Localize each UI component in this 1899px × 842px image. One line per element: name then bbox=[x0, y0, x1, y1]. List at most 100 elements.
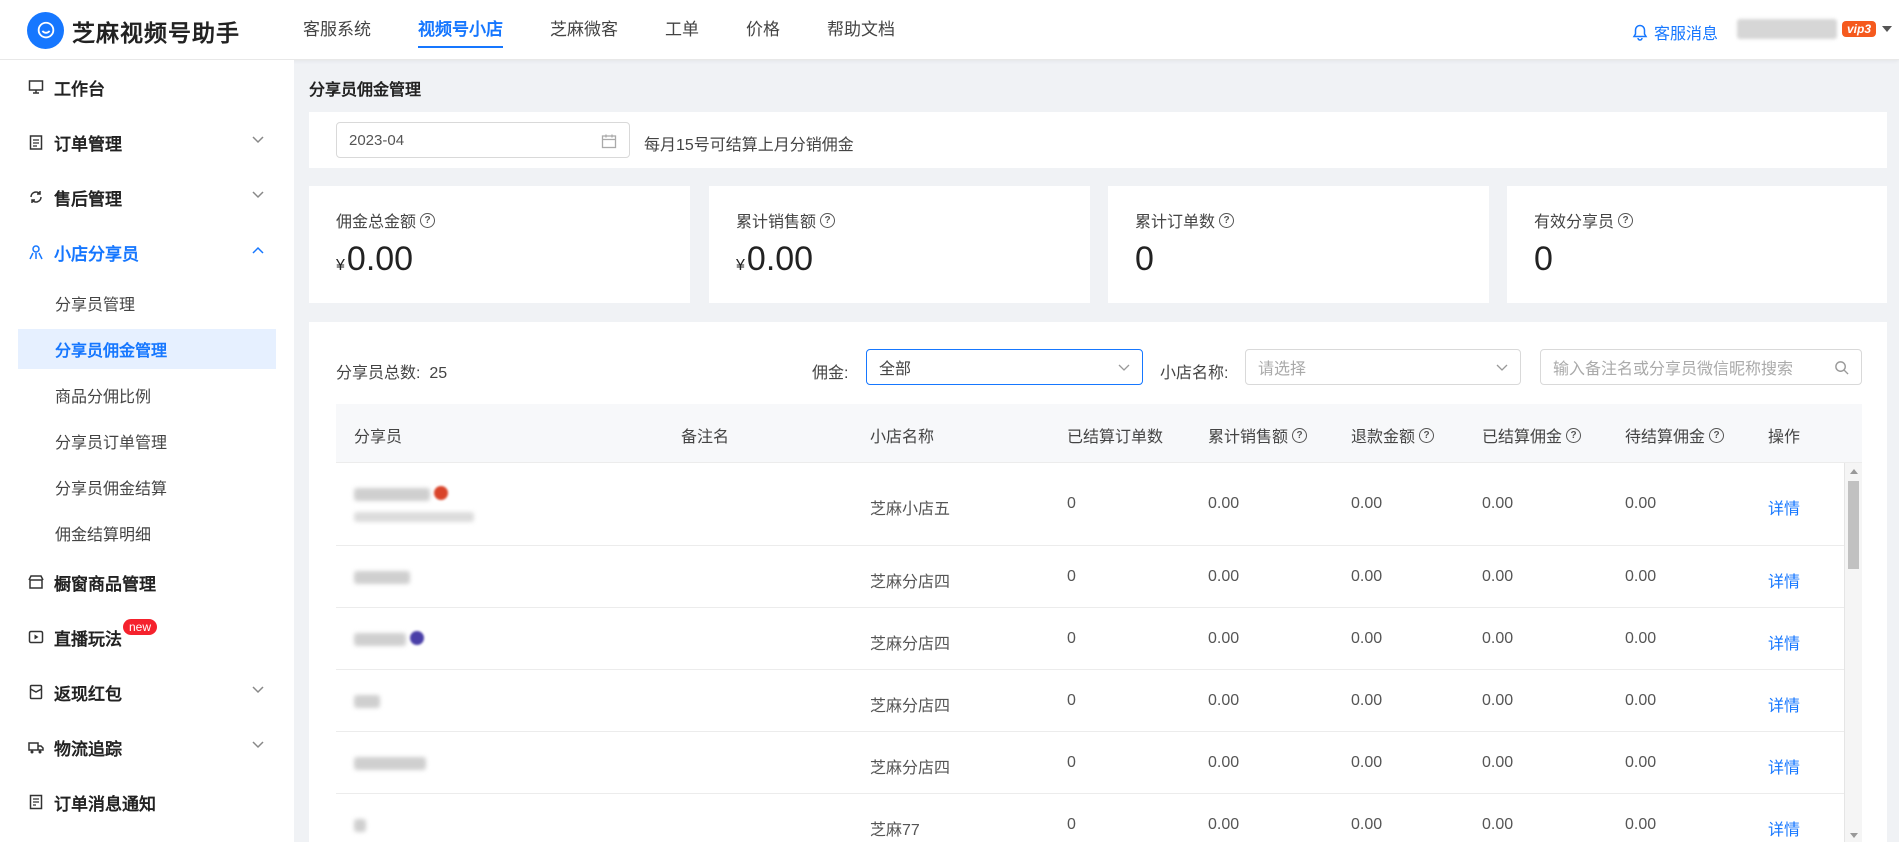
nav-pricing[interactable]: 价格 bbox=[746, 0, 780, 60]
table-row: 芝麻分店四 0 0.00 0.00 0.00 0.00 详情 bbox=[336, 732, 1844, 794]
sidebar-item-window-products[interactable]: 橱窗商品管理 bbox=[0, 562, 294, 602]
stat-value-number: 0.00 bbox=[346, 240, 414, 278]
cell-refund: 0.00 bbox=[1351, 692, 1383, 709]
cell-settled-commission: 0.00 bbox=[1482, 568, 1514, 585]
cell-shop: 芝麻分店四 bbox=[870, 760, 951, 777]
detail-link[interactable]: 详情 bbox=[1768, 568, 1800, 592]
table-scrollbar[interactable] bbox=[1844, 463, 1862, 842]
col-header-settled-commission-text: 已结算佣金 bbox=[1482, 429, 1563, 446]
cell-sales: 0.00 bbox=[1208, 692, 1240, 709]
col-header-pending-commission: 待结算佣金? bbox=[1625, 423, 1725, 447]
scroll-down-arrow[interactable] bbox=[1850, 833, 1858, 838]
service-message-link[interactable]: 客服消息 bbox=[1632, 20, 1718, 44]
sharer-name-redacted bbox=[354, 819, 366, 832]
nav-help-docs[interactable]: 帮助文档 bbox=[827, 0, 895, 60]
cell-pending-commission: 0.00 bbox=[1625, 692, 1657, 709]
search-icon[interactable] bbox=[1834, 360, 1849, 375]
cell-sales: 0.00 bbox=[1208, 630, 1240, 647]
sharer-icon bbox=[28, 244, 44, 260]
sidebar-sub-sharer-commission[interactable]: 分享员佣金管理 bbox=[18, 329, 276, 369]
sidebar-sub-settlement-details[interactable]: 佣金结算明细 bbox=[18, 513, 276, 553]
help-icon[interactable]: ? bbox=[820, 212, 836, 228]
detail-link[interactable]: 详情 bbox=[1768, 754, 1800, 778]
detail-link[interactable]: 详情 bbox=[1768, 495, 1800, 519]
sidebar-item-label: 小店分享员 bbox=[54, 244, 139, 264]
help-icon[interactable]: ? bbox=[1709, 427, 1725, 443]
table-row: 芝麻分店四 0 0.00 0.00 0.00 0.00 详情 bbox=[336, 608, 1844, 670]
table-header: 分享员 备注名 小店名称 已结算订单数 累计销售额? 退款金额? 已结算佣金? … bbox=[336, 404, 1862, 463]
sharer-total-label: 分享员总数: bbox=[336, 365, 421, 382]
stat-label-text: 累计销售额 bbox=[736, 214, 817, 231]
sidebar-sub-product-commission-ratio[interactable]: 商品分佣比例 bbox=[18, 375, 276, 415]
cell-settled-commission: 0.00 bbox=[1482, 754, 1514, 771]
detail-link[interactable]: 详情 bbox=[1768, 692, 1800, 716]
help-icon[interactable]: ? bbox=[1419, 427, 1435, 443]
commission-select[interactable]: 全部 bbox=[866, 349, 1143, 385]
stat-label-text: 累计订单数 bbox=[1135, 214, 1216, 231]
sharer-id-redacted bbox=[354, 512, 474, 522]
sidebar-item-cashback[interactable]: 返现红包 bbox=[0, 672, 294, 712]
sidebar-item-live[interactable]: 直播玩法 new bbox=[0, 617, 294, 657]
nav-customer-service[interactable]: 客服系统 bbox=[303, 0, 371, 60]
cell-refund: 0.00 bbox=[1351, 630, 1383, 647]
chevron-down-icon bbox=[1882, 26, 1893, 32]
app-logo[interactable]: 芝麻视频号助手 bbox=[27, 12, 240, 49]
chevron-down-icon bbox=[252, 191, 264, 199]
sidebar-item-label: 订单管理 bbox=[54, 134, 122, 154]
cell-settled-orders: 0 bbox=[1067, 754, 1076, 771]
stat-value-number: 0.00 bbox=[746, 240, 814, 278]
user-menu[interactable]: vip3 bbox=[1737, 19, 1893, 39]
nav-video-shop[interactable]: 视频号小店 bbox=[418, 0, 503, 60]
shop-filter-label: 小店名称: bbox=[1160, 365, 1229, 382]
help-icon[interactable]: ? bbox=[420, 212, 436, 228]
scroll-thumb[interactable] bbox=[1848, 481, 1859, 569]
table-row: 芝麻77 0 0.00 0.00 0.00 0.00 详情 bbox=[336, 794, 1844, 842]
detail-link[interactable]: 详情 bbox=[1768, 630, 1800, 654]
nav-zhima-weike[interactable]: 芝麻微客 bbox=[550, 0, 618, 60]
sidebar-sub-sharer-manage[interactable]: 分享员管理 bbox=[18, 283, 276, 323]
table-row: 芝麻小店五 0 0.00 0.00 0.00 0.00 详情 bbox=[336, 463, 1844, 546]
stat-card-active-sharers: 有效分享员? 0 bbox=[1507, 186, 1887, 303]
live-icon bbox=[28, 629, 44, 645]
col-header-remark: 备注名 bbox=[681, 429, 730, 446]
stat-card-total-orders: 累计订单数? 0 bbox=[1108, 186, 1489, 303]
cell-sales: 0.00 bbox=[1208, 495, 1240, 512]
sidebar-item-order-notify[interactable]: 订单消息通知 bbox=[0, 782, 294, 822]
sidebar-item-workbench[interactable]: 工作台 bbox=[0, 67, 294, 107]
shop-select[interactable]: 请选择 bbox=[1245, 349, 1521, 385]
help-icon[interactable]: ? bbox=[1566, 427, 1582, 443]
scroll-up-arrow[interactable] bbox=[1850, 469, 1858, 474]
search-placeholder: 输入备注名或分享员微信昵称搜索 bbox=[1553, 361, 1794, 378]
cell-settled-orders: 0 bbox=[1067, 816, 1076, 833]
col-header-settled-orders: 已结算订单数 bbox=[1067, 429, 1164, 446]
nav-tickets[interactable]: 工单 bbox=[665, 0, 699, 60]
chevron-down-icon bbox=[252, 741, 264, 749]
help-icon[interactable]: ? bbox=[1219, 212, 1235, 228]
sidebar-item-orders[interactable]: 订单管理 bbox=[0, 122, 294, 162]
cell-settled-commission: 0.00 bbox=[1482, 692, 1514, 709]
cell-settled-commission: 0.00 bbox=[1482, 495, 1514, 512]
sidebar-item-shop-sharers[interactable]: 小店分享员 bbox=[0, 232, 294, 272]
chevron-down-icon bbox=[252, 136, 264, 144]
sidebar-sub-commission-settlement[interactable]: 分享员佣金结算 bbox=[18, 467, 276, 507]
logo-icon bbox=[27, 12, 64, 49]
clipboard-icon bbox=[28, 134, 44, 150]
settlement-hint: 每月15号可结算上月分销佣金 bbox=[644, 137, 854, 154]
sidebar-item-after-sales[interactable]: 售后管理 bbox=[0, 177, 294, 217]
cell-pending-commission: 0.00 bbox=[1625, 754, 1657, 771]
sharer-search-input[interactable]: 输入备注名或分享员微信昵称搜索 bbox=[1540, 349, 1862, 385]
sidebar-item-logistics[interactable]: 物流追踪 bbox=[0, 727, 294, 767]
sidebar-sub-sharer-orders[interactable]: 分享员订单管理 bbox=[18, 421, 276, 461]
help-icon[interactable]: ? bbox=[1618, 212, 1634, 228]
stat-value-number: 0 bbox=[1135, 240, 1154, 278]
table-row: 芝麻分店四 0 0.00 0.00 0.00 0.00 详情 bbox=[336, 670, 1844, 732]
month-picker[interactable]: 2023-04 bbox=[336, 122, 630, 158]
cell-refund: 0.00 bbox=[1351, 754, 1383, 771]
shop-select-placeholder: 请选择 bbox=[1258, 361, 1307, 378]
new-badge: new bbox=[123, 619, 158, 635]
cell-pending-commission: 0.00 bbox=[1625, 495, 1657, 512]
detail-link[interactable]: 详情 bbox=[1768, 816, 1800, 840]
help-icon[interactable]: ? bbox=[1292, 427, 1308, 443]
col-header-action: 操作 bbox=[1768, 429, 1801, 446]
sidebar-item-label: 工作台 bbox=[54, 79, 105, 99]
